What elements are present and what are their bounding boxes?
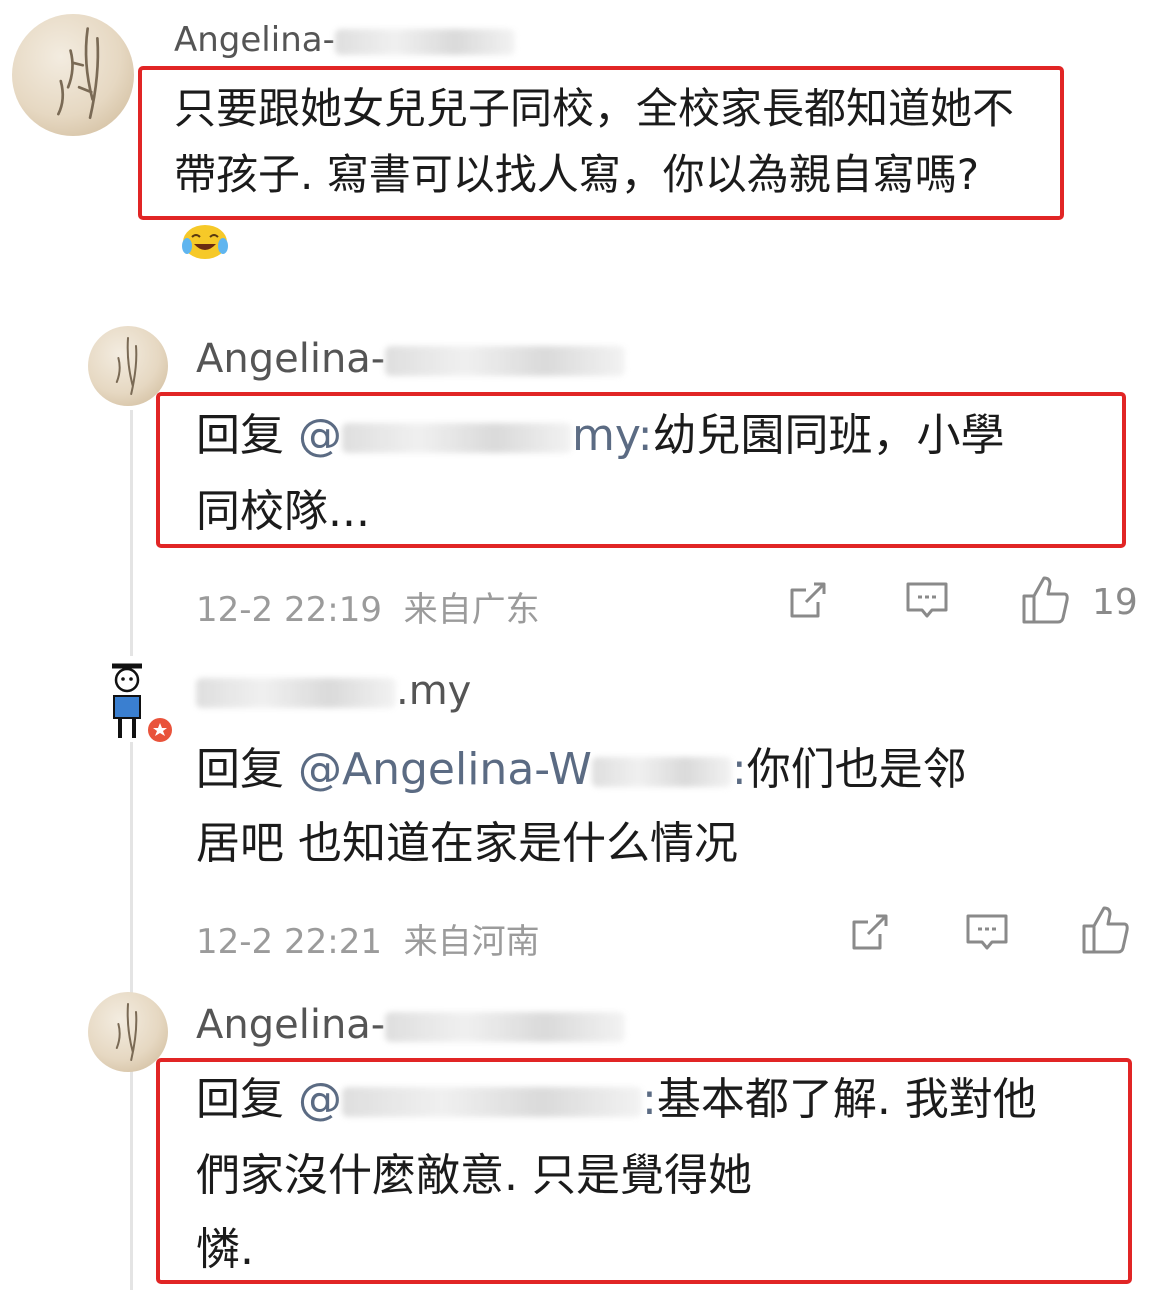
username[interactable]: Angelina- — [196, 336, 626, 382]
laughing-crying-emoji — [180, 222, 230, 262]
mention-link[interactable]: @Angelina-W: — [298, 744, 747, 795]
avatar[interactable] — [104, 656, 150, 742]
like-count: 19 — [1092, 582, 1138, 623]
verified-badge-icon — [146, 716, 174, 744]
highlight-box — [156, 392, 1126, 548]
comment-meta: 12-2 22:21 来自河南 — [196, 922, 540, 962]
avatar[interactable] — [12, 14, 134, 136]
share-icon[interactable] — [784, 578, 830, 624]
highlight-box — [156, 1058, 1132, 1284]
highlight-box — [138, 66, 1064, 220]
like-icon[interactable] — [1020, 574, 1072, 626]
comment-meta: 12-2 22:19 来自广东 — [196, 590, 540, 630]
username[interactable]: .my — [196, 668, 471, 714]
comment-icon[interactable] — [964, 910, 1010, 956]
username[interactable]: Angelina- — [174, 20, 515, 60]
like-icon[interactable] — [1080, 904, 1132, 956]
username[interactable]: Angelina- — [196, 1002, 626, 1048]
comment-text: 居吧 也知道在家是什么情况 — [196, 818, 738, 869]
comment-icon[interactable] — [904, 578, 950, 624]
thread-line — [130, 410, 133, 1290]
comment-text: 回复 @Angelina-W:你们也是邻 — [196, 744, 967, 795]
share-icon[interactable] — [846, 910, 892, 956]
